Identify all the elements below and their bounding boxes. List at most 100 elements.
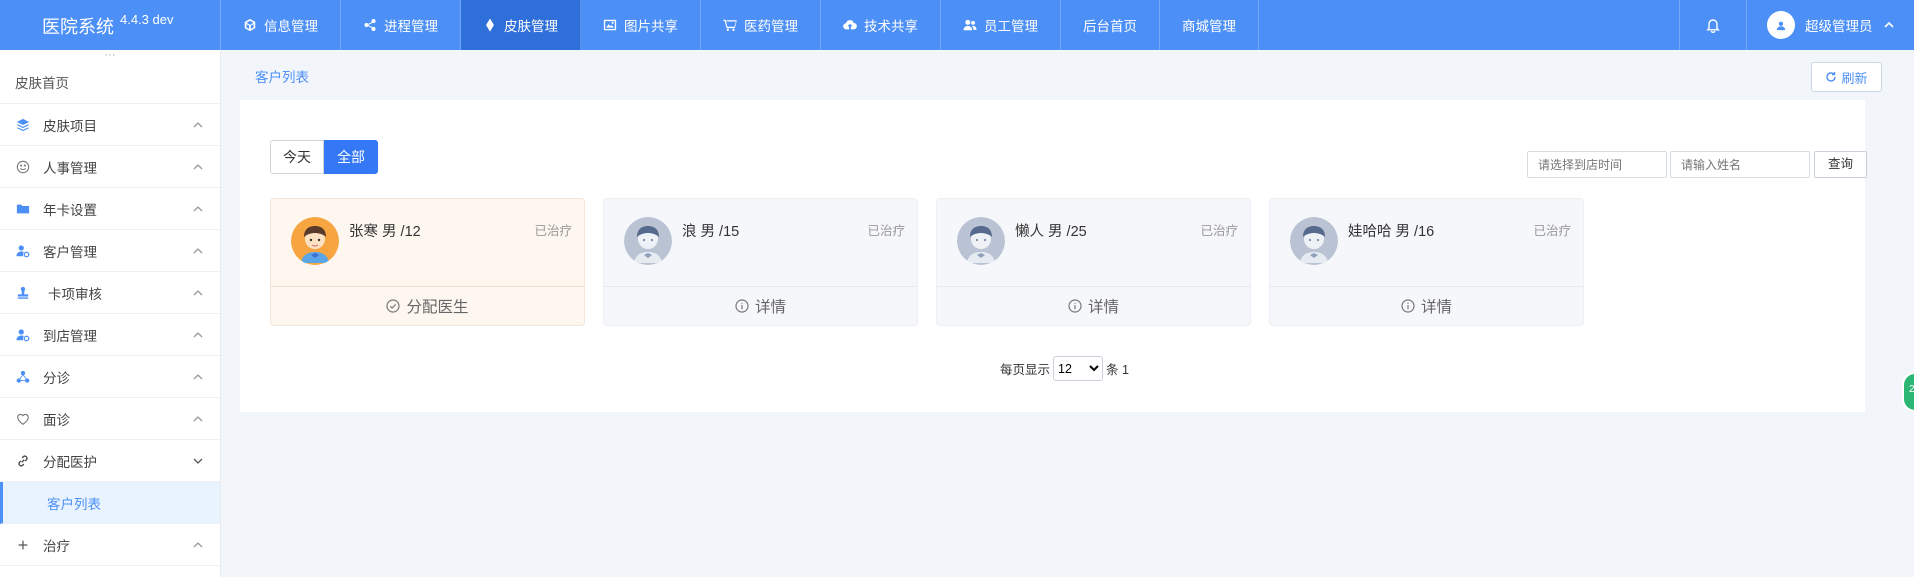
sidebar-subitem-customer-list[interactable]: 客户列表 (0, 482, 220, 524)
plus-icon (15, 537, 31, 553)
arrival-time-input[interactable] (1527, 151, 1667, 178)
share-icon (364, 19, 376, 31)
sidebar-item-arrivals[interactable]: 到店管理 (0, 314, 220, 356)
assign-doctor-button[interactable]: 分配医生 (271, 287, 584, 325)
diamond-icon (486, 18, 494, 32)
stamp-icon (15, 285, 31, 301)
breadcrumb: 客户列表 (222, 50, 1914, 100)
status-badge: 已治疗 (534, 224, 572, 238)
layers-icon (15, 117, 31, 133)
nav-item-skin[interactable]: 皮肤管理 (461, 0, 581, 50)
card-header[interactable]: 张寒 男 /12 已治疗 (271, 199, 584, 287)
nav-item-medicine[interactable]: 医药管理 (701, 0, 821, 50)
info-circle-icon (1401, 299, 1415, 313)
sidebar-item-hr[interactable]: 人事管理 (0, 146, 220, 188)
info-circle-icon (735, 299, 749, 313)
topbar-right: 超级管理员 (1679, 0, 1914, 50)
sidebar-item-label: 面诊 (43, 412, 70, 428)
image-icon (603, 19, 617, 31)
page-size-select[interactable]: 12 (1053, 356, 1104, 381)
sidebar-item-consultation[interactable]: 面诊 (0, 398, 220, 440)
app-name: 医院系统 (42, 17, 114, 37)
nav-item-images[interactable]: 图片共享 (581, 0, 701, 50)
nav-item-staff[interactable]: 员工管理 (941, 0, 1061, 50)
details-button[interactable]: 详情 (1270, 287, 1583, 325)
cloud-upload-icon (843, 20, 857, 30)
top-nav: 信息管理 进程管理 皮肤管理 图片共享 医药管理 技术共享 员工管理 后台首页 (221, 0, 1259, 50)
cart-icon (723, 19, 737, 31)
pagination: 每页显示 12 条 1 (1000, 356, 1129, 381)
nav-item-mall[interactable]: 商城管理 (1160, 0, 1259, 50)
sidebar-item-annual-card[interactable]: 年卡设置 (0, 188, 220, 230)
details-button[interactable]: 详情 (937, 287, 1250, 325)
nav-label: 信息管理 (264, 19, 318, 34)
grey-avatar-icon (624, 217, 672, 265)
info-cube-icon (244, 18, 256, 32)
action-label: 分配医生 (406, 299, 469, 316)
status-badge: 已治疗 (867, 224, 905, 238)
customer-card: 娃哈哈 男 /16 已治疗 详情 (1269, 198, 1584, 326)
chevron-up-icon (193, 247, 203, 253)
chevron-up-icon (193, 331, 203, 337)
details-button[interactable]: 详情 (604, 287, 917, 325)
status-badge: 已治疗 (1533, 224, 1571, 238)
sidebar-item-skin-projects[interactable]: 皮肤项目 (0, 104, 220, 146)
notification-button[interactable] (1679, 0, 1747, 50)
nodes-icon (15, 369, 31, 385)
status-badge: 已治疗 (1200, 224, 1238, 238)
customer-name: 浪 男 /15 (682, 224, 740, 240)
app-version: 4.4.3 dev (120, 12, 174, 27)
tab-today[interactable]: 今天 (270, 140, 324, 174)
sidebar-item-label: 皮肤项目 (43, 118, 97, 134)
nav-label: 医药管理 (744, 19, 798, 34)
nav-item-process[interactable]: 进程管理 (341, 0, 461, 50)
chevron-up-icon (1883, 21, 1894, 28)
card-header[interactable]: 娃哈哈 男 /16 已治疗 (1270, 199, 1583, 287)
heart-icon (15, 411, 31, 427)
chevron-up-icon (193, 541, 203, 547)
sidebar-home-link[interactable]: 皮肤首页 (0, 64, 220, 104)
nav-label: 后台首页 (1083, 19, 1137, 34)
nav-item-info[interactable]: 信息管理 (221, 0, 341, 50)
sidebar-collapse-handle[interactable]: ··· (0, 50, 220, 64)
card-header[interactable]: 懒人 男 /25 已治疗 (937, 199, 1250, 287)
sidebar-item-label: 治疗 (43, 538, 70, 554)
customer-name: 娃哈哈 男 /16 (1348, 224, 1435, 240)
user-name: 超级管理员 (1805, 19, 1873, 34)
sidebar-item-treatment[interactable]: 治疗 (0, 524, 220, 566)
action-label: 详情 (1420, 299, 1452, 316)
customer-card: 懒人 男 /25 已治疗 详情 (936, 198, 1251, 326)
sidebar-item-label: 到店管理 (43, 328, 97, 344)
chevron-down-icon (193, 458, 203, 464)
action-label: 详情 (1087, 299, 1119, 316)
bell-icon (1706, 19, 1720, 33)
floating-badge[interactable]: 2 (1902, 372, 1914, 412)
nav-item-admin-home[interactable]: 后台首页 (1061, 0, 1160, 50)
user-menu[interactable]: 超级管理员 (1747, 0, 1914, 50)
breadcrumb-current[interactable]: 客户列表 (255, 66, 309, 86)
grey-avatar-icon (957, 217, 1005, 265)
nav-label: 进程管理 (384, 19, 438, 34)
sidebar-item-card-review[interactable]: 卡项审核 (0, 272, 220, 314)
chevron-up-icon (193, 121, 203, 127)
sidebar-item-label: 分配医护 (43, 454, 97, 470)
date-range-tabs: 今天 全部 (270, 140, 378, 174)
user-avatar-icon (1776, 21, 1786, 31)
page-size-prefix: 每页显示 (1000, 363, 1051, 377)
sidebar-item-label: 人事管理 (43, 160, 97, 176)
check-circle-icon (386, 299, 401, 313)
sidebar-item-customers[interactable]: 客户管理 (0, 230, 220, 272)
tab-all[interactable]: 全部 (324, 140, 378, 174)
refresh-button[interactable]: 刷新 (1811, 62, 1882, 92)
sidebar-item-triage[interactable]: 分诊 (0, 356, 220, 398)
card-header[interactable]: 浪 男 /15 已治疗 (604, 199, 917, 287)
query-button[interactable]: 查询 (1814, 151, 1867, 178)
name-search-input[interactable] (1670, 151, 1810, 178)
sidebar: ··· 皮肤首页 皮肤项目 人事管理 年卡设置 客户管理 卡项审核 到店管理 分… (0, 50, 221, 577)
sidebar-item-assign-care[interactable]: 分配医护 (0, 440, 220, 482)
customer-name: 张寒 男 /12 (349, 224, 421, 240)
grey-avatar-icon (1290, 217, 1338, 265)
nav-label: 员工管理 (984, 19, 1038, 34)
nav-item-tech[interactable]: 技术共享 (821, 0, 941, 50)
nav-label: 图片共享 (624, 19, 678, 34)
